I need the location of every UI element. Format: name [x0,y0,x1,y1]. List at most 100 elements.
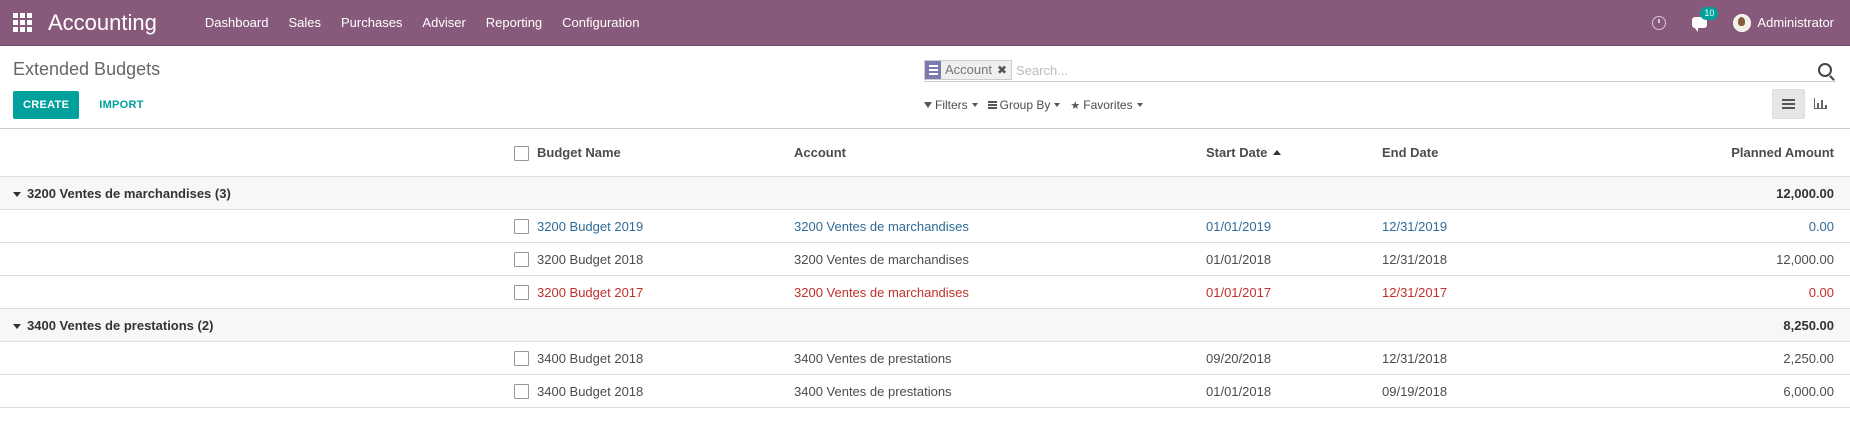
menu-item-configuration[interactable]: Configuration [552,15,649,30]
apps-menu-icon[interactable] [13,12,33,33]
cell-end-date[interactable]: 12/31/2017 [1382,275,1602,309]
cell-start-date[interactable]: 01/01/2018 [1206,374,1382,408]
budget-list-table: Budget Name Account Start Date End Date … [0,129,1850,408]
caret-down-icon [13,191,21,197]
cell-account[interactable]: 3400 Ventes de prestations [794,341,1206,375]
table-row[interactable]: 3400 Budget 2018 3400 Ventes de prestatio… [0,341,1850,375]
user-avatar[interactable] [1733,13,1752,32]
list-view-button[interactable] [1772,89,1805,119]
sort-ascending-icon [1273,150,1282,155]
row-checkbox[interactable] [514,384,529,400]
bar-chart-icon [1814,97,1827,109]
column-header-account[interactable]: Account [794,129,1206,177]
search-icon[interactable] [1818,63,1832,77]
view-switcher [1772,89,1836,119]
group-total: 8,250.00 [1602,308,1850,342]
search-facet[interactable]: Account ✖ [924,60,1013,80]
cell-planned-amount[interactable]: 0.00 [1602,275,1850,309]
start-date-label: Start Date [1206,145,1268,160]
cell-budget-name[interactable]: 3400 Budget 2018 [537,341,794,375]
cell-account[interactable]: 3200 Ventes de marchandises [794,275,1206,309]
cell-start-date[interactable]: 09/20/2018 [1206,341,1382,375]
group-label: 3200 Ventes de marchandises (3) [27,185,231,201]
group-by-label: Group By [999,98,1051,112]
cell-account[interactable]: 3200 Ventes de marchandises [794,242,1206,276]
cell-end-date[interactable]: 12/31/2019 [1382,209,1602,243]
cell-account[interactable]: 3200 Ventes de marchandises [794,209,1206,243]
cell-planned-amount[interactable]: 0.00 [1602,209,1850,243]
facet-remove-icon[interactable]: ✖ [995,61,1012,79]
row-select-cell [514,275,537,309]
group-row[interactable]: 3400 Ventes de prestations (2) 8,250.00 [0,308,1850,342]
group-label: 3400 Ventes de prestations (2) [27,317,214,333]
cell-account[interactable]: 3400 Ventes de prestations [794,374,1206,408]
menu-item-purchases[interactable]: Purchases [331,15,412,30]
row-select-cell [514,242,537,276]
favorites-dropdown[interactable]: ★ Favorites [1070,98,1143,112]
control-panel: Extended Budgets CREATE IMPORT Account ✖… [0,46,1850,129]
group-total: 12,000.00 [1602,176,1850,210]
cell-start-date[interactable]: 01/01/2019 [1206,209,1382,243]
group-by-facet-icon [925,61,941,79]
table-row[interactable]: 3200 Budget 2017 3200 Ventes de marchandi… [0,275,1850,309]
table-row[interactable]: 3400 Budget 2018 3400 Ventes de prestatio… [0,374,1850,408]
menu-item-reporting[interactable]: Reporting [476,15,552,30]
row-checkbox[interactable] [514,252,529,268]
navbar-systray: 10 Administrator [1652,0,1834,45]
row-checkbox[interactable] [514,285,529,301]
filters-dropdown[interactable]: Filters [924,98,978,112]
cell-budget-name[interactable]: 3200 Budget 2019 [537,209,794,243]
group-label-cell: 3200 Ventes de marchandises (3) [0,176,1602,210]
search-input[interactable] [1016,62,1818,78]
user-menu[interactable]: Administrator [1757,15,1834,30]
caret-down-icon [13,323,21,329]
column-header-start-date[interactable]: Start Date [1206,129,1382,177]
table-row[interactable]: 3200 Budget 2019 3200 Ventes de marchandi… [0,209,1850,243]
notification-badge: 10 [1700,7,1719,20]
messaging-menu[interactable]: 10 [1692,7,1719,32]
cell-budget-name[interactable]: 3200 Budget 2018 [537,242,794,276]
cell-planned-amount[interactable]: 6,000.00 [1602,374,1850,408]
import-button[interactable]: IMPORT [99,99,144,111]
cell-budget-name[interactable]: 3200 Budget 2017 [537,275,794,309]
cell-end-date[interactable]: 09/19/2018 [1382,374,1602,408]
activity-clock-icon[interactable] [1652,15,1667,30]
app-brand[interactable]: Accounting [48,10,157,36]
search-bar: Account ✖ [924,59,1836,82]
cell-planned-amount[interactable]: 2,250.00 [1602,341,1850,375]
cell-start-date[interactable]: 01/01/2017 [1206,275,1382,309]
cell-start-date[interactable]: 01/01/2018 [1206,242,1382,276]
select-all-cell [514,129,537,177]
menu-item-sales[interactable]: Sales [278,15,331,30]
table-header-row: Budget Name Account Start Date End Date … [0,129,1850,177]
filters-label: Filters [935,98,968,112]
graph-view-button[interactable] [1805,89,1836,117]
filter-icon [924,102,932,108]
top-navbar: Accounting Dashboard Sales Purchases Adv… [0,0,1850,46]
facet-label: Account [941,61,996,79]
group-row[interactable]: 3200 Ventes de marchandises (3) 12,000.00 [0,176,1850,210]
cell-planned-amount[interactable]: 12,000.00 [1602,242,1850,276]
column-header-planned-amount[interactable]: Planned Amount [1602,129,1850,177]
cell-budget-name[interactable]: 3400 Budget 2018 [537,374,794,408]
row-checkbox[interactable] [514,219,529,235]
select-all-checkbox[interactable] [514,145,529,161]
column-header-budget-name[interactable]: Budget Name [537,129,794,177]
cell-end-date[interactable]: 12/31/2018 [1382,242,1602,276]
list-buttons: CREATE IMPORT [13,91,144,119]
main-menu: Dashboard Sales Purchases Adviser Report… [195,15,650,30]
row-select-cell [514,209,537,243]
menu-item-adviser[interactable]: Adviser [412,15,475,30]
caret-down-icon [1054,103,1061,107]
group-label-cell: 3400 Ventes de prestations (2) [0,308,1602,342]
table-row[interactable]: 3200 Budget 2018 3200 Ventes de marchandi… [0,242,1850,276]
cell-end-date[interactable]: 12/31/2018 [1382,341,1602,375]
create-button[interactable]: CREATE [13,91,80,119]
menu-item-dashboard[interactable]: Dashboard [195,15,279,30]
row-checkbox[interactable] [514,351,529,367]
list-icon [1782,99,1795,109]
column-header-end-date[interactable]: End Date [1382,129,1602,177]
star-icon: ★ [1070,99,1081,112]
group-by-dropdown[interactable]: Group By [987,98,1061,112]
bars-icon [987,101,997,109]
